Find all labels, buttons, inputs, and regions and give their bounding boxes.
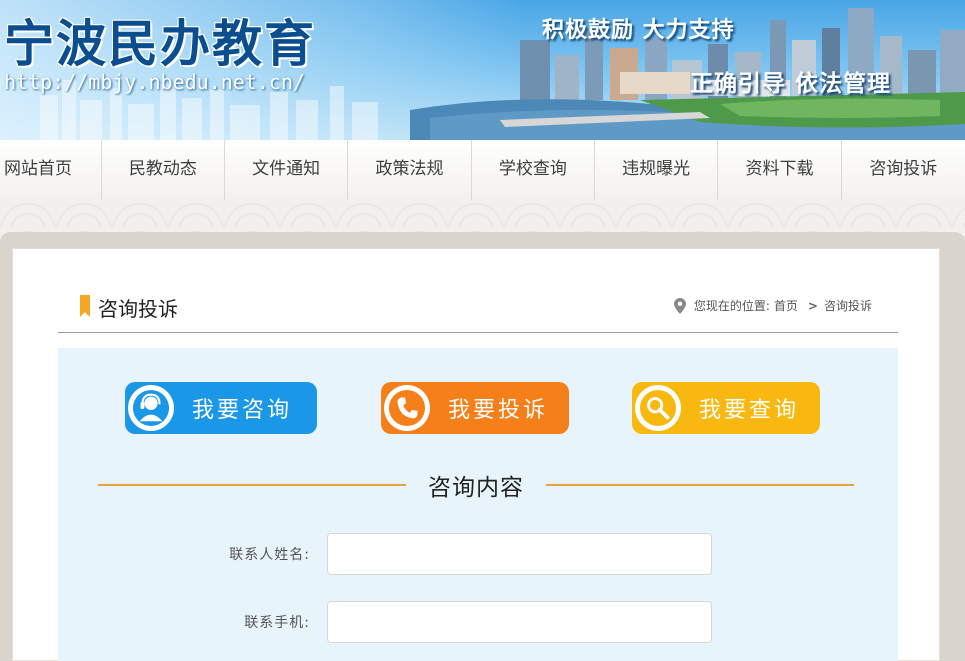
nav-item-news[interactable]: 民教动态 <box>102 140 226 200</box>
consult-button-label: 我要咨询 <box>192 398 293 423</box>
heading-divider-right <box>546 484 854 486</box>
contact-phone-label: 联系手机: <box>244 615 310 631</box>
breadcrumb: 您现在的位置: 首页 > 咨询投诉 <box>673 297 876 314</box>
main-nav: 网站首页 民教动态 文件通知 政策法规 学校查询 违规曝光 资料下载 咨询投诉 <box>0 140 965 200</box>
slogan-encourage: 积极鼓励 大力支持 <box>542 18 735 43</box>
contact-name-label: 联系人姓名: <box>229 547 310 563</box>
nav-item-policies[interactable]: 政策法规 <box>348 140 472 200</box>
phone-icon <box>384 385 430 431</box>
form-heading: 咨询内容 <box>428 475 524 501</box>
complain-button[interactable]: 我要投诉 <box>381 382 569 434</box>
location-pin-icon <box>673 297 686 314</box>
breadcrumb-home-link[interactable]: 首页 <box>774 297 798 314</box>
nav-item-downloads[interactable]: 资料下载 <box>718 140 842 200</box>
breadcrumb-current: 咨询投诉 <box>823 299 872 313</box>
query-button-label: 我要查询 <box>699 398 800 423</box>
breadcrumb-separator: > <box>807 298 818 313</box>
bookmark-icon <box>80 295 90 317</box>
nav-item-notices[interactable]: 文件通知 <box>225 140 349 200</box>
contact-name-input[interactable] <box>327 533 712 575</box>
nav-item-violations[interactable]: 违规曝光 <box>595 140 719 200</box>
nav-item-school-search[interactable]: 学校查询 <box>472 140 595 200</box>
breadcrumb-prefix: 您现在的位置: <box>693 299 770 313</box>
query-button[interactable]: 我要查询 <box>632 382 820 434</box>
magnifier-icon <box>635 385 681 431</box>
consult-button[interactable]: 我要咨询 <box>125 382 317 434</box>
site-url: http://mbjy.nbedu.net.cn/ <box>4 70 306 94</box>
site-banner: 宁波民办教育 http://mbjy.nbedu.net.cn/ 积极鼓励 大力… <box>0 0 965 140</box>
contact-phone-input[interactable] <box>327 601 712 643</box>
page-title: 咨询投诉 <box>98 297 178 321</box>
nav-item-home[interactable]: 网站首页 <box>0 140 102 200</box>
heading-divider-left <box>98 484 406 486</box>
section-header: 咨询投诉 您现在的位置: 首页 > 咨询投诉 <box>58 285 898 333</box>
support-agent-icon <box>128 385 174 431</box>
nav-item-consult-complain[interactable]: 咨询投诉 <box>842 140 965 200</box>
slogan-guide: 正确引导 依法管理 <box>690 71 892 97</box>
site-title: 宁波民办教育 <box>4 14 316 73</box>
complain-button-label: 我要投诉 <box>448 398 549 423</box>
